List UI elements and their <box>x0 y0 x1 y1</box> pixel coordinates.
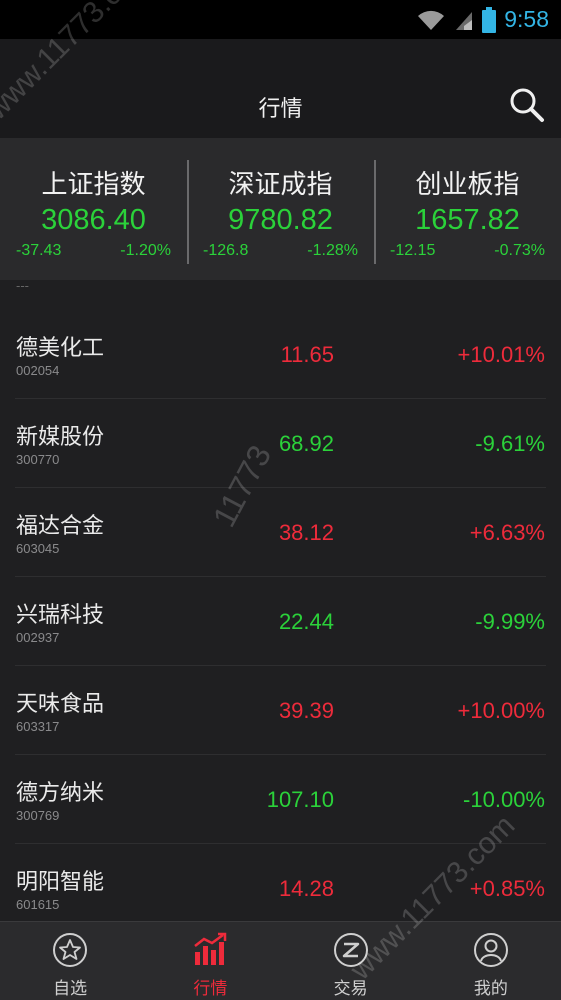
stock-change: +6.63% <box>469 520 545 545</box>
index-value: 1657.82 <box>415 204 520 236</box>
stock-name: 明阳智能 <box>16 870 105 895</box>
stock-change: -10.00% <box>463 787 545 812</box>
page-title: 行情 <box>258 97 303 122</box>
index-card-chinext[interactable]: 创业板指 1657.82 -12.15 -0.73% <box>374 138 561 280</box>
stock-code: 300769 <box>16 808 60 823</box>
tab-label: 行情 <box>193 979 228 999</box>
stock-name: 天味食品 <box>16 692 105 717</box>
index-value: 9780.82 <box>228 204 333 236</box>
index-name: 创业板指 <box>415 170 520 200</box>
status-time: 9:58 <box>504 6 549 32</box>
index-name: 深证成指 <box>228 170 333 200</box>
wifi-icon <box>418 10 445 30</box>
index-change: -12.15 <box>390 242 436 259</box>
stock-price: 39.39 <box>278 698 334 723</box>
index-percent: -1.20% <box>120 242 171 259</box>
stock-row[interactable]: 天味食品 603317 39.39 +10.00% <box>15 666 546 755</box>
stock-price: 22.44 <box>278 609 334 634</box>
signal-icon <box>456 11 473 30</box>
user-icon <box>473 933 508 967</box>
stock-list: 德美化工 002054 11.65 +10.01% 新媒股份 300770 68… <box>0 310 561 933</box>
stock-row[interactable]: 德方纳米 300769 107.10 -10.00% <box>15 755 546 844</box>
index-percent: -1.28% <box>307 242 358 259</box>
stock-price: 14.28 <box>278 876 334 901</box>
star-circle-icon <box>53 933 88 967</box>
stock-name: 福达合金 <box>16 514 105 539</box>
stock-code: 603045 <box>16 541 60 556</box>
app-header: 行情 <box>0 39 561 138</box>
stock-row[interactable]: 德美化工 002054 11.65 +10.01% <box>15 310 546 399</box>
stock-row[interactable]: 兴瑞科技 002937 22.44 -9.99% <box>15 577 546 666</box>
status-icons: 9:58 <box>416 4 549 35</box>
stock-price: 38.12 <box>278 520 334 545</box>
stock-row[interactable]: 明阳智能 601615 14.28 +0.85% <box>15 844 546 933</box>
stock-name: 德美化工 <box>16 336 105 361</box>
stock-code: 002937 <box>16 630 60 645</box>
stock-price: 68.92 <box>278 431 334 456</box>
tab-profile[interactable]: 我的 <box>421 922 561 1000</box>
tab-label: 我的 <box>473 979 508 999</box>
stock-price: 107.10 <box>266 787 334 812</box>
stock-code: 603317 <box>16 719 60 734</box>
stock-name: 新媒股份 <box>16 425 105 450</box>
stock-row[interactable]: 福达合金 603045 38.12 +6.63% <box>15 488 546 577</box>
stock-change: +10.01% <box>457 342 545 367</box>
index-percent: -0.73% <box>494 242 545 259</box>
stock-row[interactable]: 新媒股份 300770 68.92 -9.61% <box>15 399 546 488</box>
index-change: -37.43 <box>16 242 62 259</box>
stock-name: 兴瑞科技 <box>16 603 105 628</box>
stock-change: -9.61% <box>475 431 545 456</box>
bar-chart-icon <box>194 932 227 965</box>
tab-watchlist[interactable]: 自选 <box>0 922 140 1000</box>
index-card-shenzhen[interactable]: 深证成指 9780.82 -126.8 -1.28% <box>187 138 374 280</box>
index-value: 3086.40 <box>41 204 146 236</box>
partial-row-code: --- <box>16 279 29 293</box>
bottom-tab-bar: 自选 行情 交易 我的 <box>0 921 561 1000</box>
tab-trade[interactable]: 交易 <box>281 922 421 1000</box>
tab-label: 自选 <box>53 979 88 999</box>
stock-change: -9.99% <box>475 609 545 634</box>
stock-code: 300770 <box>16 452 60 467</box>
tab-market[interactable]: 行情 <box>140 922 280 1000</box>
trade-icon <box>333 933 368 967</box>
stock-change: +10.00% <box>457 698 545 723</box>
index-card-shanghai[interactable]: 上证指数 3086.40 -37.43 -1.20% <box>0 138 187 280</box>
stock-name: 德方纳米 <box>16 781 105 806</box>
index-summary: 上证指数 3086.40 -37.43 -1.20% 深证成指 9780.82 … <box>0 138 561 280</box>
status-bar: 9:58 <box>0 0 561 39</box>
index-change: -126.8 <box>203 242 249 259</box>
search-icon[interactable] <box>509 87 545 123</box>
stock-code: 002054 <box>16 363 60 378</box>
stock-code: 601615 <box>16 897 60 912</box>
stock-change: +0.85% <box>469 876 545 901</box>
stock-price: 11.65 <box>280 342 334 367</box>
battery-icon <box>482 6 497 33</box>
index-name: 上证指数 <box>41 170 146 200</box>
tab-label: 交易 <box>333 979 368 999</box>
